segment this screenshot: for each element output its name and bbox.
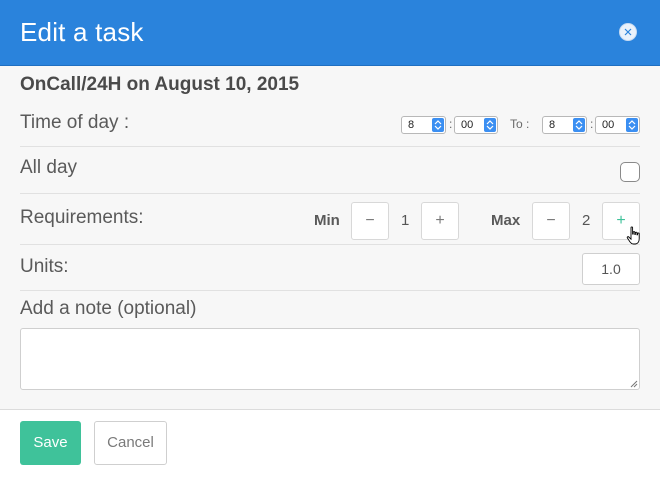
- close-icon: [624, 28, 632, 36]
- from-hour-value: 8: [408, 119, 415, 131]
- to-hour-value: 8: [549, 119, 556, 131]
- divider: [20, 244, 640, 245]
- spinner-icon: [573, 118, 585, 132]
- min-value: 1: [401, 212, 410, 229]
- dialog-header: Edit a task: [0, 0, 660, 66]
- from-minute-value: 00: [461, 119, 474, 131]
- units-input[interactable]: 1.0: [582, 253, 640, 285]
- spinner-icon: [432, 118, 444, 132]
- to-minute-select[interactable]: 00: [595, 116, 640, 134]
- spinner-icon: [626, 118, 638, 132]
- divider: [20, 146, 640, 147]
- close-button[interactable]: [619, 23, 637, 41]
- divider: [20, 193, 640, 194]
- time-separator: :: [449, 117, 453, 131]
- max-label: Max: [491, 212, 521, 229]
- footer-divider: [0, 409, 660, 410]
- note-label: Add a note (optional): [20, 298, 197, 319]
- minus-icon: −: [546, 212, 556, 229]
- to-hour-select[interactable]: 8: [542, 116, 587, 134]
- time-of-day-label: Time of day :: [20, 112, 130, 133]
- units-label: Units:: [20, 256, 69, 277]
- min-label: Min: [314, 212, 340, 229]
- hand-cursor-icon: [626, 226, 640, 245]
- max-decrement-button[interactable]: −: [532, 202, 570, 240]
- from-hour-select[interactable]: 8: [401, 116, 446, 134]
- from-minute-select[interactable]: 00: [454, 116, 498, 134]
- time-separator: :: [590, 117, 594, 131]
- min-decrement-button[interactable]: −: [351, 202, 389, 240]
- task-subtitle: OnCall/24H on August 10, 2015: [20, 74, 300, 95]
- plus-icon: +: [616, 212, 626, 229]
- to-label: To :: [510, 117, 530, 131]
- min-increment-button[interactable]: +: [421, 202, 459, 240]
- minus-icon: −: [365, 212, 375, 229]
- divider: [20, 290, 640, 291]
- cancel-button[interactable]: Cancel: [94, 421, 167, 465]
- dialog-title: Edit a task: [20, 17, 144, 47]
- spinner-icon: [484, 118, 496, 132]
- save-button[interactable]: Save: [20, 421, 81, 465]
- all-day-label: All day: [20, 157, 78, 178]
- max-value: 2: [582, 212, 591, 229]
- resize-grip-icon[interactable]: [629, 379, 638, 388]
- note-textarea[interactable]: [20, 328, 640, 390]
- plus-icon: +: [435, 212, 445, 229]
- requirements-label: Requirements:: [20, 207, 144, 228]
- all-day-checkbox[interactable]: [620, 162, 640, 182]
- to-minute-value: 00: [602, 119, 615, 131]
